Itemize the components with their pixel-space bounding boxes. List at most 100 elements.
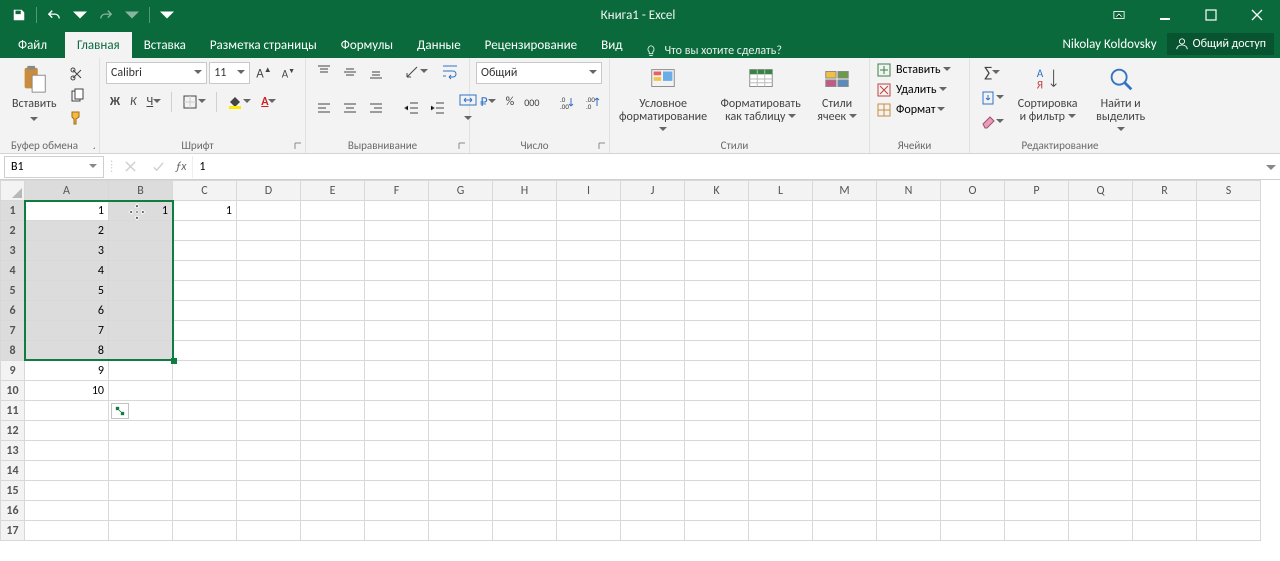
- align-left-button[interactable]: [312, 98, 336, 118]
- signed-in-user[interactable]: Nikolay Koldovsky: [1062, 37, 1156, 52]
- cell-M8[interactable]: [813, 341, 877, 361]
- column-header-N[interactable]: N: [877, 181, 941, 201]
- cell-L16[interactable]: [749, 501, 813, 521]
- undo-dropdown[interactable]: [67, 2, 93, 28]
- column-header-O[interactable]: O: [941, 181, 1005, 201]
- cell-H3[interactable]: [493, 241, 557, 261]
- increase-indent-button[interactable]: [426, 98, 450, 118]
- cell-A16[interactable]: [25, 501, 109, 521]
- cell-I12[interactable]: [557, 421, 621, 441]
- cell-A5[interactable]: 5: [25, 281, 109, 301]
- paste-button[interactable]: Вставить: [6, 60, 63, 129]
- cell-R12[interactable]: [1133, 421, 1197, 441]
- cell-A17[interactable]: [25, 521, 109, 541]
- cell-E4[interactable]: [301, 261, 365, 281]
- cell-S17[interactable]: [1197, 521, 1261, 541]
- cell-I9[interactable]: [557, 361, 621, 381]
- cell-D3[interactable]: [237, 241, 301, 261]
- cell-F5[interactable]: [365, 281, 429, 301]
- cell-H8[interactable]: [493, 341, 557, 361]
- cell-F2[interactable]: [365, 221, 429, 241]
- cell-O8[interactable]: [941, 341, 1005, 361]
- tab-layout[interactable]: Разметка страницы: [198, 32, 329, 58]
- cell-E6[interactable]: [301, 301, 365, 321]
- cell-N5[interactable]: [877, 281, 941, 301]
- column-header-H[interactable]: H: [493, 181, 557, 201]
- cell-I17[interactable]: [557, 521, 621, 541]
- cell-G11[interactable]: [429, 401, 493, 421]
- cell-O6[interactable]: [941, 301, 1005, 321]
- cell-R4[interactable]: [1133, 261, 1197, 281]
- cell-D12[interactable]: [237, 421, 301, 441]
- cell-I6[interactable]: [557, 301, 621, 321]
- cell-P12[interactable]: [1005, 421, 1069, 441]
- cell-F17[interactable]: [365, 521, 429, 541]
- cell-G9[interactable]: [429, 361, 493, 381]
- cell-K5[interactable]: [685, 281, 749, 301]
- align-middle-button[interactable]: [338, 62, 362, 82]
- cell-M3[interactable]: [813, 241, 877, 261]
- cell-G1[interactable]: [429, 201, 493, 221]
- cell-M12[interactable]: [813, 421, 877, 441]
- row-header-13[interactable]: 13: [1, 441, 25, 461]
- cell-D10[interactable]: [237, 381, 301, 401]
- clear-button[interactable]: [976, 112, 1008, 132]
- cell-J14[interactable]: [621, 461, 685, 481]
- dialog-launcher[interactable]: [293, 141, 303, 151]
- cell-E8[interactable]: [301, 341, 365, 361]
- cell-H14[interactable]: [493, 461, 557, 481]
- cell-N9[interactable]: [877, 361, 941, 381]
- row-header-5[interactable]: 5: [1, 281, 25, 301]
- cell-G5[interactable]: [429, 281, 493, 301]
- cell-N16[interactable]: [877, 501, 941, 521]
- cell-P17[interactable]: [1005, 521, 1069, 541]
- tab-file[interactable]: Файл: [0, 32, 65, 58]
- cell-C3[interactable]: [173, 241, 237, 261]
- cell-O7[interactable]: [941, 321, 1005, 341]
- cell-O9[interactable]: [941, 361, 1005, 381]
- cell-R3[interactable]: [1133, 241, 1197, 261]
- cell-D9[interactable]: [237, 361, 301, 381]
- cell-S1[interactable]: [1197, 201, 1261, 221]
- row-header-14[interactable]: 14: [1, 461, 25, 481]
- cell-I1[interactable]: [557, 201, 621, 221]
- cell-Q14[interactable]: [1069, 461, 1133, 481]
- font-color-button[interactable]: A: [257, 93, 280, 111]
- cell-I10[interactable]: [557, 381, 621, 401]
- expand-formula-bar-button[interactable]: [1262, 162, 1280, 172]
- cell-N13[interactable]: [877, 441, 941, 461]
- cell-B9[interactable]: [109, 361, 173, 381]
- cell-A14[interactable]: [25, 461, 109, 481]
- cell-P2[interactable]: [1005, 221, 1069, 241]
- cell-F10[interactable]: [365, 381, 429, 401]
- cell-N2[interactable]: [877, 221, 941, 241]
- cell-I2[interactable]: [557, 221, 621, 241]
- cell-J10[interactable]: [621, 381, 685, 401]
- cell-R15[interactable]: [1133, 481, 1197, 501]
- cell-J8[interactable]: [621, 341, 685, 361]
- cell-S15[interactable]: [1197, 481, 1261, 501]
- cell-N7[interactable]: [877, 321, 941, 341]
- cell-B7[interactable]: [109, 321, 173, 341]
- cell-F13[interactable]: [365, 441, 429, 461]
- cell-F6[interactable]: [365, 301, 429, 321]
- cell-R11[interactable]: [1133, 401, 1197, 421]
- cell-D8[interactable]: [237, 341, 301, 361]
- borders-button[interactable]: [178, 92, 210, 112]
- cell-C6[interactable]: [173, 301, 237, 321]
- cell-B3[interactable]: [109, 241, 173, 261]
- format-as-table-button[interactable]: Форматировать как таблицу: [712, 60, 809, 140]
- row-header-3[interactable]: 3: [1, 241, 25, 261]
- cell-J5[interactable]: [621, 281, 685, 301]
- cell-N15[interactable]: [877, 481, 941, 501]
- cell-K9[interactable]: [685, 361, 749, 381]
- row-header-4[interactable]: 4: [1, 261, 25, 281]
- cell-C11[interactable]: [173, 401, 237, 421]
- cell-P13[interactable]: [1005, 441, 1069, 461]
- cell-O11[interactable]: [941, 401, 1005, 421]
- cell-E9[interactable]: [301, 361, 365, 381]
- column-header-D[interactable]: D: [237, 181, 301, 201]
- cell-A3[interactable]: 3: [25, 241, 109, 261]
- cell-Q4[interactable]: [1069, 261, 1133, 281]
- cell-G13[interactable]: [429, 441, 493, 461]
